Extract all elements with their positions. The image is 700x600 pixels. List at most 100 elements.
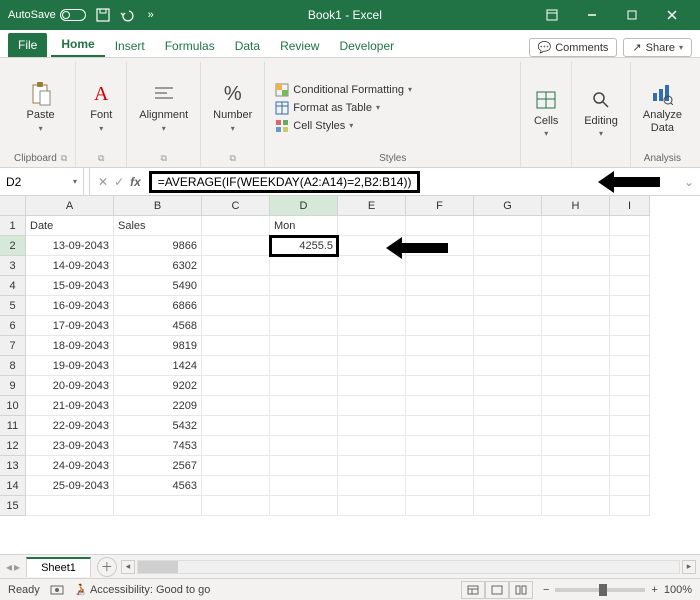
cell[interactable] <box>202 336 270 356</box>
cell[interactable]: 15-09-2043 <box>26 276 114 296</box>
cancel-icon[interactable]: ✕ <box>98 175 108 189</box>
number-launcher-icon[interactable]: ⧉ <box>230 153 236 164</box>
enter-icon[interactable]: ✓ <box>114 175 124 189</box>
col-header-c[interactable]: C <box>202 196 270 216</box>
cell[interactable] <box>406 296 474 316</box>
cell[interactable] <box>202 436 270 456</box>
cell[interactable]: 19-09-2043 <box>26 356 114 376</box>
cell[interactable] <box>610 336 650 356</box>
close-button[interactable] <box>652 0 692 30</box>
cell[interactable] <box>270 376 338 396</box>
cell[interactable] <box>406 376 474 396</box>
alignment-button[interactable]: Alignment▾ <box>135 79 192 135</box>
row-header[interactable]: 3 <box>0 256 26 276</box>
cell[interactable] <box>542 356 610 376</box>
cell[interactable] <box>474 316 542 336</box>
cell[interactable] <box>338 316 406 336</box>
cell[interactable]: 9819 <box>114 336 202 356</box>
cell[interactable] <box>474 396 542 416</box>
tab-developer[interactable]: Developer <box>329 35 404 57</box>
cell[interactable]: 21-09-2043 <box>26 396 114 416</box>
cell[interactable] <box>202 296 270 316</box>
tab-file[interactable]: File <box>8 33 47 57</box>
tab-formulas[interactable]: Formulas <box>155 35 225 57</box>
cell[interactable]: 4568 <box>114 316 202 336</box>
cell[interactable] <box>542 476 610 496</box>
row-header[interactable]: 8 <box>0 356 26 376</box>
cell[interactable] <box>542 296 610 316</box>
cell[interactable]: 4255.5 <box>270 236 338 256</box>
cell[interactable] <box>406 276 474 296</box>
cell[interactable] <box>542 416 610 436</box>
cell[interactable] <box>338 456 406 476</box>
cell[interactable] <box>406 256 474 276</box>
cell[interactable] <box>610 376 650 396</box>
cell[interactable]: 20-09-2043 <box>26 376 114 396</box>
cell[interactable] <box>406 416 474 436</box>
cell[interactable] <box>202 376 270 396</box>
cell[interactable] <box>610 416 650 436</box>
cell[interactable] <box>338 376 406 396</box>
cell[interactable] <box>338 436 406 456</box>
cell[interactable]: 9202 <box>114 376 202 396</box>
cell[interactable] <box>270 336 338 356</box>
cell[interactable] <box>610 356 650 376</box>
cell[interactable]: 17-09-2043 <box>26 316 114 336</box>
cell[interactable]: 7453 <box>114 436 202 456</box>
cell[interactable]: 25-09-2043 <box>26 476 114 496</box>
cell[interactable] <box>610 256 650 276</box>
cell[interactable] <box>474 496 542 516</box>
row-header[interactable]: 12 <box>0 436 26 456</box>
tab-data[interactable]: Data <box>225 35 270 57</box>
cell[interactable] <box>202 236 270 256</box>
select-all-corner[interactable] <box>0 196 26 216</box>
format-as-table-button[interactable]: Format as Table ▾ <box>273 100 414 116</box>
cell[interactable] <box>202 356 270 376</box>
more-icon[interactable]: » <box>144 8 158 22</box>
sheet-next-icon[interactable]: ▸ <box>14 560 20 574</box>
chevron-down-icon[interactable]: ▾ <box>73 177 77 186</box>
cell[interactable]: 2209 <box>114 396 202 416</box>
cell[interactable] <box>202 316 270 336</box>
row-header[interactable]: 5 <box>0 296 26 316</box>
zoom-level[interactable]: 100% <box>664 584 692 596</box>
col-header-g[interactable]: G <box>474 196 542 216</box>
cell[interactable] <box>26 496 114 516</box>
tab-insert[interactable]: Insert <box>105 35 155 57</box>
save-icon[interactable] <box>96 8 110 22</box>
row-header[interactable]: 4 <box>0 276 26 296</box>
cell[interactable] <box>542 236 610 256</box>
scroll-right-icon[interactable]: ▸ <box>682 560 696 574</box>
formula-input[interactable]: =AVERAGE(IF(WEEKDAY(A2:A14)=2,B2:B14)) <box>149 171 421 193</box>
col-header-i[interactable]: I <box>610 196 650 216</box>
cell[interactable] <box>406 356 474 376</box>
cell[interactable]: 16-09-2043 <box>26 296 114 316</box>
analyze-data-button[interactable]: Analyze Data <box>639 79 686 135</box>
cell[interactable] <box>338 356 406 376</box>
maximize-button[interactable] <box>612 0 652 30</box>
zoom-in-button[interactable]: + <box>651 584 657 596</box>
cell[interactable]: Mon <box>270 216 338 236</box>
zoom-slider[interactable] <box>555 588 645 592</box>
cell[interactable]: 13-09-2043 <box>26 236 114 256</box>
cell[interactable] <box>202 416 270 436</box>
cell[interactable] <box>270 356 338 376</box>
col-header-b[interactable]: B <box>114 196 202 216</box>
editing-button[interactable]: Editing▾ <box>580 85 622 141</box>
h-scrollbar[interactable] <box>137 560 680 574</box>
col-header-h[interactable]: H <box>542 196 610 216</box>
status-rec-icon[interactable] <box>50 584 64 596</box>
tab-home[interactable]: Home <box>51 33 104 57</box>
row-header[interactable]: 6 <box>0 316 26 336</box>
cell[interactable] <box>338 216 406 236</box>
paste-button[interactable]: Paste▾ <box>23 79 59 135</box>
cell[interactable] <box>338 476 406 496</box>
cell[interactable] <box>406 496 474 516</box>
cell[interactable]: 22-09-2043 <box>26 416 114 436</box>
cell[interactable] <box>542 256 610 276</box>
cell[interactable] <box>338 276 406 296</box>
cell[interactable] <box>542 216 610 236</box>
row-header[interactable]: 10 <box>0 396 26 416</box>
cell[interactable] <box>610 216 650 236</box>
row-header[interactable]: 14 <box>0 476 26 496</box>
